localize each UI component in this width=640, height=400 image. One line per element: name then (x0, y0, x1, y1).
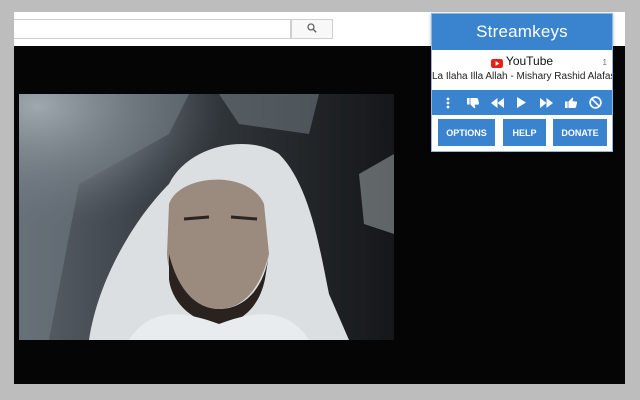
thumbs-up-icon[interactable] (563, 95, 579, 111)
donate-button[interactable]: DONATE (553, 119, 607, 146)
popup-title: Streamkeys (432, 14, 612, 50)
disable-icon[interactable] (588, 95, 604, 111)
search-button[interactable] (291, 19, 333, 39)
search-icon (307, 20, 317, 38)
video-still-image (19, 94, 394, 340)
options-button[interactable]: OPTIONS (438, 119, 495, 146)
tab-count: 1 (602, 58, 607, 67)
play-icon[interactable] (514, 95, 530, 111)
popup-button-row: OPTIONS HELP DONATE (432, 119, 612, 146)
site-row: YouTube (432, 52, 612, 70)
search-input[interactable] (14, 19, 291, 39)
rewind-icon[interactable] (489, 95, 505, 111)
thumbs-down-icon[interactable] (465, 95, 481, 111)
player-controls (432, 90, 612, 115)
streamkeys-popup: Streamkeys YouTube 1 La Ilaha Illa Allah… (431, 13, 613, 152)
fast-forward-icon[interactable] (539, 95, 555, 111)
track-title: La Ilaha Illa Allah - Mishary Rashid Ala… (432, 71, 612, 82)
site-name: YouTube (505, 54, 554, 68)
help-button[interactable]: HELP (503, 119, 546, 146)
video-frame (19, 94, 394, 340)
more-vert-icon[interactable] (440, 95, 456, 111)
youtube-icon (490, 57, 503, 68)
